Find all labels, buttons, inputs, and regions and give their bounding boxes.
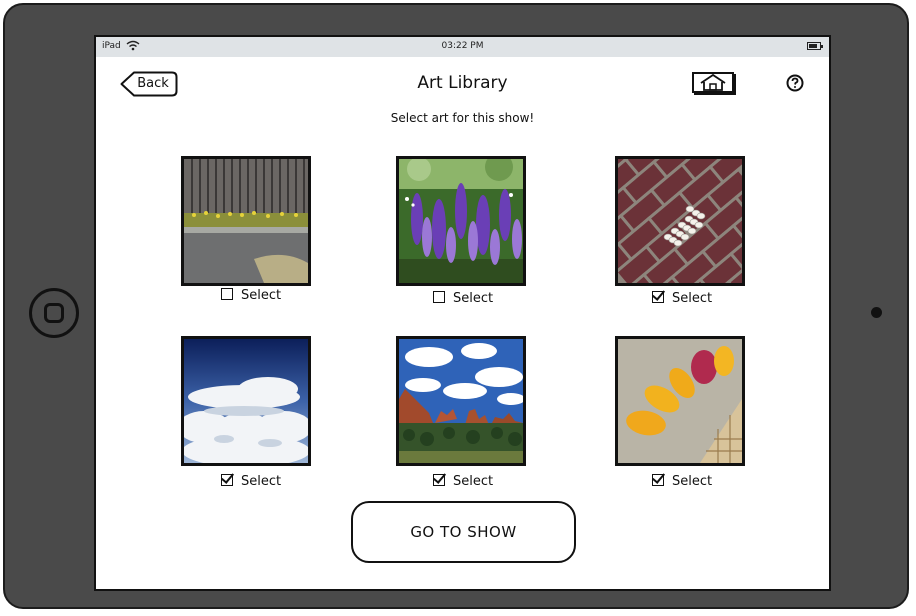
checkbox-fence[interactable] (221, 288, 233, 300)
select-label-fence: Select (241, 288, 282, 303)
select-label-bricks: Select (672, 291, 713, 306)
device-home-button[interactable] (29, 288, 79, 338)
checkbox-bricks[interactable] (652, 291, 664, 303)
red-rocks-image (399, 339, 523, 463)
artwork-lupines[interactable] (396, 156, 526, 286)
select-checkbox-lupines[interactable]: Select (433, 291, 493, 307)
fence-image (184, 159, 308, 283)
bricks-image (618, 159, 742, 283)
select-label-mangoes: Select (672, 474, 713, 489)
select-checkbox-red-rocks[interactable]: Select (433, 474, 493, 490)
artwork-red-rocks[interactable] (396, 336, 526, 466)
status-bar: iPad 03:22 PM (96, 37, 829, 57)
select-label-clouds: Select (241, 474, 282, 489)
battery-icon (807, 42, 823, 50)
status-time: 03:22 PM (441, 41, 484, 51)
device-camera (871, 307, 882, 318)
lupines-image (399, 159, 523, 283)
home-icon[interactable] (692, 71, 738, 97)
select-label-lupines: Select (453, 291, 494, 306)
select-checkbox-clouds[interactable]: Select (221, 474, 281, 490)
checkbox-clouds[interactable] (221, 474, 233, 486)
select-checkbox-bricks[interactable]: Select (652, 291, 712, 307)
ipad-device: iPad 03:22 PM Back Art Library Select ar… (3, 3, 909, 609)
mangoes-image (618, 339, 742, 463)
clouds-image (184, 339, 308, 463)
checkbox-mangoes[interactable] (652, 474, 664, 486)
artwork-clouds[interactable] (181, 336, 311, 466)
artwork-fence[interactable] (181, 156, 311, 286)
select-checkbox-mangoes[interactable]: Select (652, 474, 712, 490)
screen: iPad 03:22 PM Back Art Library Select ar… (94, 35, 831, 591)
checkbox-lupines[interactable] (433, 291, 445, 303)
artwork-mangoes[interactable] (615, 336, 745, 466)
select-checkbox-fence[interactable]: Select (221, 288, 281, 304)
go-to-show-button[interactable]: GO TO SHOW (351, 501, 576, 563)
page-subtitle: Select art for this show! (390, 111, 535, 125)
help-icon[interactable] (786, 74, 804, 92)
artwork-bricks[interactable] (615, 156, 745, 286)
select-label-red-rocks: Select (453, 474, 494, 489)
checkbox-red-rocks[interactable] (433, 474, 445, 486)
